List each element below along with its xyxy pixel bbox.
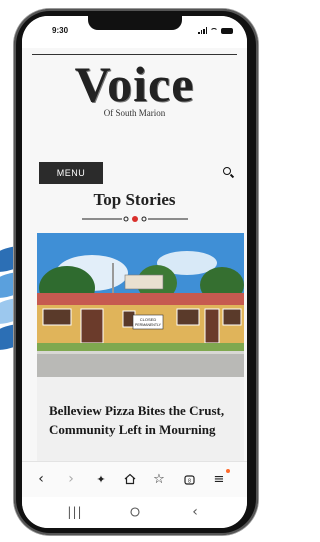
sign-line-1: CLOSED [140, 317, 157, 322]
signal-icon [198, 27, 207, 34]
back-icon[interactable]: ‹ [32, 470, 50, 488]
site-tagline: Of South Marion [103, 108, 166, 118]
masthead[interactable]: Voice Of South Marion [22, 58, 247, 118]
menu-badge [226, 469, 230, 473]
status-icons [198, 27, 233, 34]
home-circle-icon[interactable] [126, 503, 144, 521]
title-ornament-icon [82, 216, 188, 222]
tabs-icon[interactable]: 8 [180, 470, 198, 488]
home-icon[interactable] [121, 470, 139, 488]
status-time: 9:30 [52, 26, 69, 35]
story-headline[interactable]: Belleview Pizza Bites the Crust, Communi… [49, 401, 239, 439]
section-title: Top Stories [93, 190, 176, 209]
header-divider [32, 54, 237, 55]
browser-toolbar: ‹ › ✦ ☆ 8 ≡ [22, 461, 247, 498]
recents-icon[interactable]: ||| [66, 503, 84, 521]
story-image[interactable]: CLOSED PERMANENTLY [37, 233, 244, 377]
system-nav-bar: ||| ‹ [22, 497, 247, 528]
camera-notch [88, 16, 182, 30]
sparkle-icon[interactable]: ✦ [92, 470, 110, 488]
menu-icon[interactable]: ≡ [210, 469, 230, 488]
bookmark-star-icon[interactable]: ☆ [150, 470, 168, 488]
tab-count: 8 [188, 478, 191, 484]
site-logo[interactable]: Voice [22, 58, 247, 110]
phone-screen: 9:30 Voice Of South Marion MENU Top Stor… [22, 16, 247, 528]
back-chevron-icon[interactable]: ‹ [186, 503, 204, 521]
sign-line-2: PERMANENTLY [135, 323, 162, 327]
forward-icon[interactable]: › [62, 470, 80, 488]
battery-icon [221, 27, 233, 34]
wifi-icon [210, 27, 218, 34]
search-icon[interactable] [222, 166, 236, 180]
status-bar: 9:30 [22, 16, 247, 48]
menu-button[interactable]: MENU [39, 162, 103, 184]
